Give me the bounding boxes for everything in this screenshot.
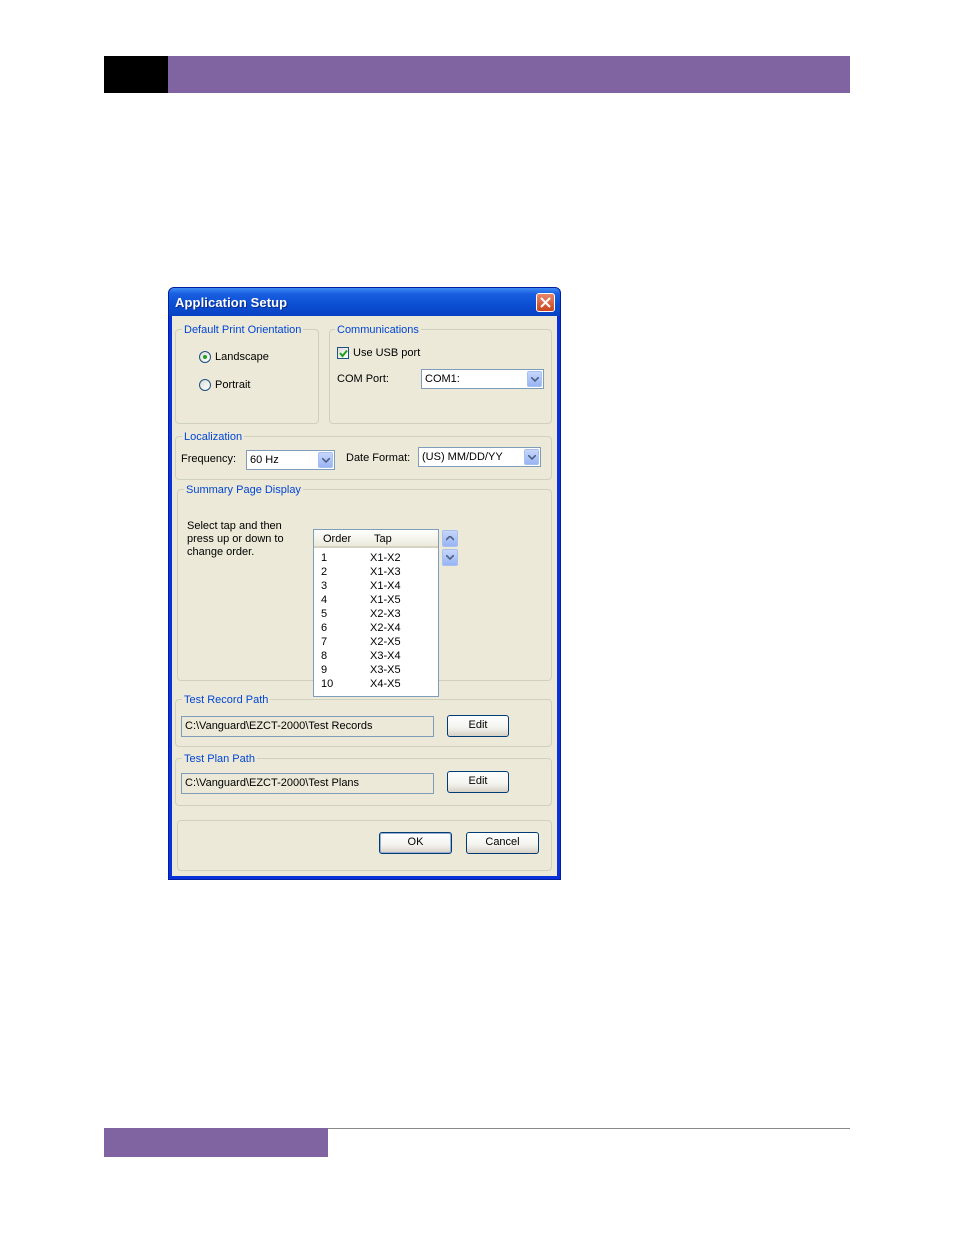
communications-title: Communications <box>335 324 421 337</box>
chevron-up-icon <box>446 536 454 541</box>
summary-instructions: Select tap and then press up or down to … <box>187 520 284 558</box>
print-orientation-group <box>175 329 319 424</box>
row-tap: X3-X5 <box>370 664 401 676</box>
row-order: 7 <box>321 636 328 648</box>
list-item[interactable]: 2 X1-X3 <box>314 565 438 579</box>
row-tap: X1-X2 <box>370 552 401 564</box>
date-format-select[interactable]: (US) MM/DD/YY <box>418 447 541 467</box>
list-item[interactable]: 5 X2-X3 <box>314 607 438 621</box>
cancel-button[interactable]: Cancel <box>466 832 539 854</box>
list-item[interactable]: 1 X1-X2 <box>314 551 438 565</box>
row-order: 5 <box>321 608 328 620</box>
list-item[interactable]: 3 X1-X4 <box>314 579 438 593</box>
footer-bar <box>104 1128 328 1157</box>
list-item[interactable]: 10 X4-X5 <box>314 677 438 691</box>
chevron-down-icon[interactable] <box>524 449 539 465</box>
use-usb-checkbox[interactable] <box>337 347 349 359</box>
list-item[interactable]: 6 X2-X4 <box>314 621 438 635</box>
row-tap: X4-X5 <box>370 678 401 690</box>
frequency-select[interactable]: 60 Hz <box>246 450 335 470</box>
landscape-label[interactable]: Landscape <box>215 351 269 364</box>
footer-rule <box>328 1128 850 1129</box>
test-plan-title: Test Plan Path <box>182 753 257 766</box>
move-up-button[interactable] <box>442 530 458 547</box>
frequency-label: Frequency: <box>181 453 237 465</box>
row-tap: X1-X4 <box>370 580 401 592</box>
row-tap: X2-X5 <box>370 636 401 648</box>
portrait-radio[interactable] <box>199 379 211 391</box>
test-record-title: Test Record Path <box>182 694 271 707</box>
list-item[interactable]: 8 X3-X4 <box>314 649 438 663</box>
use-usb-label[interactable]: Use USB port <box>353 347 420 360</box>
test-plan-path-field[interactable]: C:\Vanguard\EZCT-2000\Test Plans <box>181 773 434 794</box>
test-record-edit-button[interactable]: Edit <box>447 715 509 737</box>
com-port-select[interactable]: COM1: <box>421 369 544 389</box>
ok-button[interactable]: OK <box>379 832 452 854</box>
row-tap: X1-X5 <box>370 594 401 606</box>
close-button[interactable] <box>536 293 555 312</box>
row-tap: X2-X3 <box>370 608 401 620</box>
row-order: 9 <box>321 664 328 676</box>
row-tap: X3-X4 <box>370 650 401 662</box>
list-item[interactable]: 9 X3-X5 <box>314 663 438 677</box>
landscape-radio[interactable] <box>199 351 211 363</box>
row-tap: X2-X4 <box>370 622 401 634</box>
row-order: 10 <box>321 678 334 690</box>
title-bar[interactable]: Application Setup <box>169 288 560 316</box>
summary-page-title: Summary Page Display <box>184 484 303 497</box>
list-header: Order Tap <box>314 530 438 548</box>
date-format-value: (US) MM/DD/YY <box>422 451 503 463</box>
row-order: 6 <box>321 622 328 634</box>
radio-selected-dot <box>203 355 207 359</box>
test-plan-edit-button[interactable]: Edit <box>447 771 509 793</box>
move-down-button[interactable] <box>442 549 458 566</box>
header-black-block <box>104 56 168 93</box>
dialog-body: Default Print Orientation Landscape Port… <box>172 316 557 876</box>
column-header-tap[interactable]: Tap <box>374 533 392 545</box>
test-plan-path: C:\Vanguard\EZCT-2000\Test Plans <box>185 777 360 789</box>
test-record-path-field[interactable]: C:\Vanguard\EZCT-2000\Test Records <box>181 716 434 737</box>
checkmark-icon <box>339 349 348 358</box>
row-order: 8 <box>321 650 328 662</box>
date-format-label: Date Format: <box>346 452 411 464</box>
dialog-title: Application Setup <box>175 295 288 310</box>
column-header-order[interactable]: Order <box>323 533 351 545</box>
close-icon <box>540 297 551 308</box>
application-setup-dialog: Application Setup Default Print Orientat… <box>168 287 561 880</box>
row-order: 4 <box>321 594 328 606</box>
localization-title: Localization <box>182 431 245 444</box>
list-item[interactable]: 7 X2-X5 <box>314 635 438 649</box>
frequency-value: 60 Hz <box>250 454 279 466</box>
row-tap: X1-X3 <box>370 566 401 578</box>
print-orientation-title: Default Print Orientation <box>182 324 304 337</box>
header-bar <box>168 56 850 93</box>
row-order: 2 <box>321 566 328 578</box>
test-record-path: C:\Vanguard\EZCT-2000\Test Records <box>185 720 373 732</box>
chevron-down-icon <box>446 555 454 560</box>
row-order: 3 <box>321 580 328 592</box>
tap-order-list[interactable]: Order Tap 1 X1-X2 2 X1-X3 3 X1-X4 4 X1-X5 5 X… <box>313 529 439 697</box>
com-port-label: COM Port: <box>337 373 389 385</box>
chevron-down-icon[interactable] <box>318 452 333 468</box>
portrait-label[interactable]: Portrait <box>215 379 250 392</box>
chevron-down-icon[interactable] <box>527 371 542 387</box>
com-port-value: COM1: <box>425 373 460 385</box>
row-order: 1 <box>321 552 328 564</box>
list-item[interactable]: 4 X1-X5 <box>314 593 438 607</box>
